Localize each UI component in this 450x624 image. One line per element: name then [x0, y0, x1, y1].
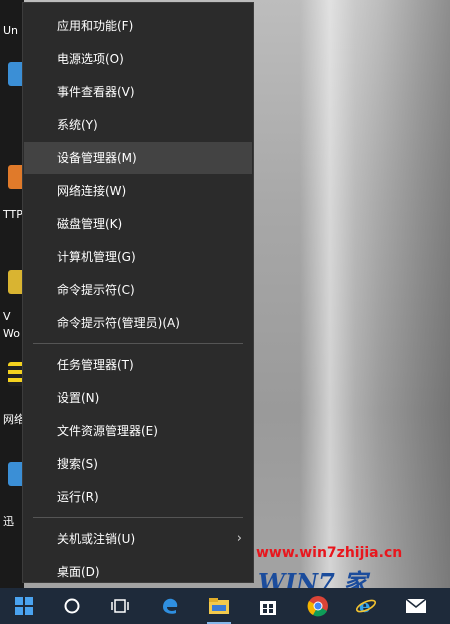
- cortana-icon[interactable]: [58, 592, 86, 620]
- menu-item-file-explorer[interactable]: 文件资源管理器(E): [24, 415, 252, 447]
- menu-item-computer-management[interactable]: 计算机管理(G): [24, 241, 252, 273]
- desktop-label[interactable]: 迅: [3, 513, 14, 529]
- taskbar: e: [0, 588, 450, 624]
- windows-start-icon[interactable]: [10, 592, 38, 620]
- desktop-shortcut-icon[interactable]: [2, 165, 26, 189]
- desktop-shortcut-icon[interactable]: [2, 362, 26, 386]
- menu-item-apps-features[interactable]: 应用和功能(F): [24, 10, 252, 42]
- menu-item-run[interactable]: 运行(R): [24, 481, 252, 513]
- menu-separator: [33, 517, 243, 518]
- svg-text:e: e: [359, 596, 370, 617]
- watermark-url: www.win7zhijia.cn: [256, 545, 403, 561]
- desktop-label[interactable]: Wo: [3, 327, 20, 340]
- edge-icon[interactable]: [156, 592, 184, 620]
- file-explorer-icon[interactable]: [205, 592, 233, 624]
- menu-item-label: 关机或注销(U): [57, 532, 136, 546]
- menu-item-event-viewer[interactable]: 事件查看器(V): [24, 76, 252, 108]
- desktop-shortcut-icon[interactable]: [2, 270, 26, 294]
- menu-item-search[interactable]: 搜索(S): [24, 448, 252, 480]
- winx-context-menu: 应用和功能(F) 电源选项(O) 事件查看器(V) 系统(Y) 设备管理器(M)…: [22, 2, 254, 583]
- menu-item-device-manager[interactable]: 设备管理器(M): [24, 142, 252, 174]
- desktop-label[interactable]: TTP: [3, 208, 23, 221]
- menu-item-command-prompt-admin[interactable]: 命令提示符(管理员)(A): [24, 307, 252, 339]
- store-icon[interactable]: [254, 592, 282, 620]
- chrome-icon[interactable]: [304, 592, 332, 620]
- task-view-icon[interactable]: [106, 592, 134, 620]
- menu-item-system[interactable]: 系统(Y): [24, 109, 252, 141]
- desktop-shortcut-icon[interactable]: [2, 62, 26, 86]
- menu-item-task-manager[interactable]: 任务管理器(T): [24, 349, 252, 381]
- desktop-label[interactable]: Un: [3, 24, 18, 37]
- ie-icon[interactable]: e: [352, 592, 380, 620]
- menu-item-desktop[interactable]: 桌面(D): [24, 556, 252, 588]
- desktop-label[interactable]: V: [3, 310, 11, 323]
- desktop-shortcut-icon[interactable]: [2, 462, 26, 486]
- menu-item-shutdown-signout[interactable]: 关机或注销(U) ›: [24, 523, 252, 555]
- menu-item-power-options[interactable]: 电源选项(O): [24, 43, 252, 75]
- desktop-icon-strip: Un TTP V Wo 网络 迅: [0, 0, 26, 588]
- menu-item-settings[interactable]: 设置(N): [24, 382, 252, 414]
- menu-item-network-connections[interactable]: 网络连接(W): [24, 175, 252, 207]
- chevron-right-icon: ›: [236, 531, 242, 546]
- mail-icon[interactable]: [402, 592, 430, 620]
- menu-item-disk-management[interactable]: 磁盘管理(K): [24, 208, 252, 240]
- menu-separator: [33, 343, 243, 344]
- menu-item-command-prompt[interactable]: 命令提示符(C): [24, 274, 252, 306]
